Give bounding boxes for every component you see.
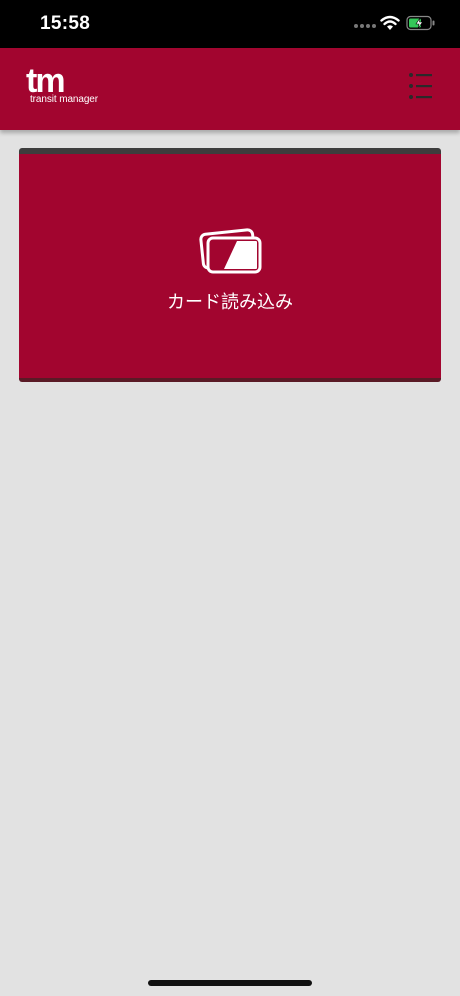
- card-reader-icon: [199, 228, 262, 274]
- card-read-button[interactable]: カード読み込み: [19, 148, 441, 382]
- home-indicator[interactable]: [148, 980, 312, 986]
- logo-subtitle: transit manager: [30, 94, 98, 105]
- list-menu-icon: [409, 73, 432, 99]
- status-bar: 15:58: [0, 0, 460, 48]
- battery-charging-icon: [406, 15, 435, 31]
- status-time: 15:58: [40, 13, 91, 34]
- wifi-icon: [380, 15, 400, 30]
- signal-icon: [354, 24, 376, 28]
- card-read-label: カード読み込み: [167, 292, 293, 313]
- menu-button[interactable]: [404, 70, 436, 102]
- app-header: tm transit manager: [0, 48, 460, 130]
